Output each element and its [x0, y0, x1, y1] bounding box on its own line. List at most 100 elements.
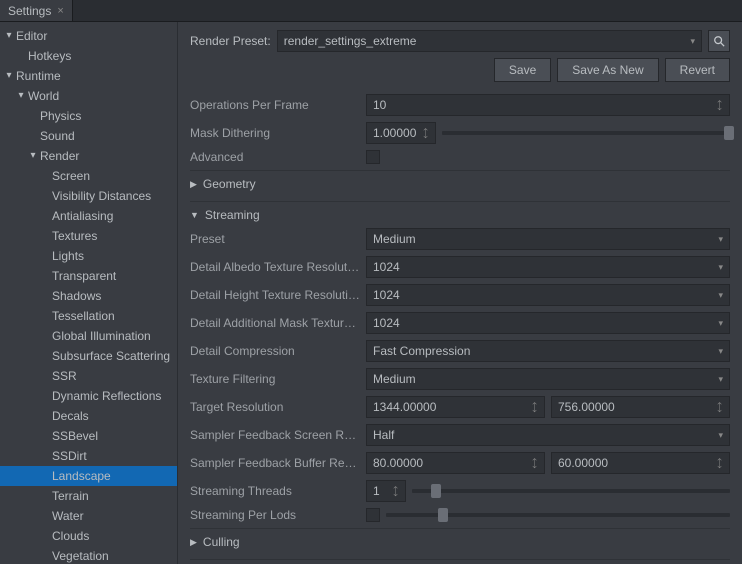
tree-item-label: Hotkeys — [28, 48, 71, 64]
tree-item-screen[interactable]: Screen — [0, 166, 177, 186]
tree-item-transparent[interactable]: Transparent — [0, 266, 177, 286]
reset-icon[interactable]: ⤡ — [712, 98, 725, 111]
tree-item-label: Runtime — [16, 68, 61, 84]
threads-slider[interactable] — [412, 489, 730, 493]
chevron-down-icon: ▾ — [718, 290, 723, 301]
tree-item-ssbevel[interactable]: SSBevel — [0, 426, 177, 446]
reset-icon[interactable]: ⤡ — [418, 126, 431, 139]
section-cache[interactable]: ▶ Cache — [190, 559, 730, 564]
tree-item-terrain[interactable]: Terrain — [0, 486, 177, 506]
field-label: Detail Compression — [190, 344, 360, 358]
tree-item-vegetation[interactable]: Vegetation — [0, 546, 177, 564]
preset-select[interactable]: Medium▾ — [366, 228, 730, 250]
tree-item-physics[interactable]: Physics — [0, 106, 177, 126]
save-button[interactable]: Save — [494, 58, 551, 82]
tree-item-tessellation[interactable]: Tessellation — [0, 306, 177, 326]
tree-item-render[interactable]: ▾Render — [0, 146, 177, 166]
target-res-y[interactable]: 756.00000⤡ — [551, 396, 730, 418]
albedo-select[interactable]: 1024▾ — [366, 256, 730, 278]
per-lods-checkbox[interactable] — [366, 508, 380, 522]
close-icon[interactable]: × — [57, 5, 63, 17]
reset-icon[interactable]: ⤡ — [527, 456, 540, 469]
chevron-down-icon: ▾ — [718, 430, 723, 441]
sf-buffer-x[interactable]: 80.00000⤡ — [366, 452, 545, 474]
tree-item-label: Terrain — [52, 488, 89, 504]
reset-icon[interactable]: ⤡ — [712, 400, 725, 413]
tree-item-global-illumination[interactable]: Global Illumination — [0, 326, 177, 346]
slider-thumb[interactable] — [438, 508, 448, 522]
tree-item-clouds[interactable]: Clouds — [0, 526, 177, 546]
chevron-down-icon: ▾ — [4, 68, 14, 84]
field-label: Streaming Threads — [190, 484, 360, 498]
chevron-down-icon: ▾ — [4, 28, 14, 44]
ops-per-frame-input[interactable]: 10 ⤡ — [366, 94, 730, 116]
field-label: Detail Additional Mask Texture ... — [190, 316, 360, 330]
tree-item-label: Subsurface Scattering — [52, 348, 170, 364]
target-res-x[interactable]: 1344.00000⤡ — [366, 396, 545, 418]
tree-item-label: Decals — [52, 408, 89, 424]
tree-item-textures[interactable]: Textures — [0, 226, 177, 246]
tree-item-label: SSBevel — [52, 428, 98, 444]
search-button[interactable] — [708, 30, 730, 52]
chevron-right-icon: ▶ — [190, 179, 197, 190]
tree-item-lights[interactable]: Lights — [0, 246, 177, 266]
tree-item-water[interactable]: Water — [0, 506, 177, 526]
tree-item-subsurface-scattering[interactable]: Subsurface Scattering — [0, 346, 177, 366]
tree-item-ssr[interactable]: SSR — [0, 366, 177, 386]
section-culling[interactable]: ▶ Culling — [190, 528, 730, 555]
slider-thumb[interactable] — [724, 126, 734, 140]
tree-item-label: Vegetation — [52, 548, 109, 564]
chevron-down-icon: ▾ — [718, 374, 723, 385]
mask-select[interactable]: 1024▾ — [366, 312, 730, 334]
tree-item-antialiasing[interactable]: Antialiasing — [0, 206, 177, 226]
tree-item-runtime[interactable]: ▾Runtime — [0, 66, 177, 86]
chevron-down-icon: ▼ — [190, 210, 199, 220]
reset-icon[interactable]: ⤡ — [388, 484, 401, 497]
tree-item-label: Visibility Distances — [52, 188, 151, 204]
reset-icon[interactable]: ⤡ — [712, 456, 725, 469]
height-select[interactable]: 1024▾ — [366, 284, 730, 306]
filtering-select[interactable]: Medium▾ — [366, 368, 730, 390]
tree-item-label: Antialiasing — [52, 208, 113, 224]
tree-item-decals[interactable]: Decals — [0, 406, 177, 426]
tree-item-label: Screen — [52, 168, 90, 184]
section-geometry[interactable]: ▶ Geometry — [190, 170, 730, 197]
reset-icon[interactable]: ⤡ — [527, 400, 540, 413]
tree-item-label: SSDirt — [52, 448, 87, 464]
tree-item-hotkeys[interactable]: Hotkeys — [0, 46, 177, 66]
search-icon — [713, 35, 725, 47]
revert-button[interactable]: Revert — [665, 58, 730, 82]
tree-item-landscape[interactable]: Landscape — [0, 466, 177, 486]
render-preset-label: Render Preset: — [190, 34, 271, 48]
compression-select[interactable]: Fast Compression▾ — [366, 340, 730, 362]
mask-dithering-input[interactable]: 1.00000 ⤡ — [366, 122, 436, 144]
tree-item-label: Tessellation — [52, 308, 115, 324]
field-label: Target Resolution — [190, 400, 360, 414]
chevron-down-icon: ▾ — [718, 346, 723, 357]
save-as-new-button[interactable]: Save As New — [557, 58, 658, 82]
chevron-down-icon: ▾ — [718, 318, 723, 329]
slider-thumb[interactable] — [431, 484, 441, 498]
tab-settings[interactable]: Settings × — [0, 0, 73, 21]
advanced-checkbox[interactable] — [366, 150, 380, 164]
settings-tree: ▾EditorHotkeys▾Runtime▾WorldPhysicsSound… — [0, 22, 178, 564]
per-lods-slider[interactable] — [386, 513, 730, 517]
mask-dithering-slider[interactable] — [442, 131, 730, 135]
sf-buffer-y[interactable]: 60.00000⤡ — [551, 452, 730, 474]
tree-item-dynamic-reflections[interactable]: Dynamic Reflections — [0, 386, 177, 406]
section-streaming[interactable]: ▼ Streaming — [190, 201, 730, 228]
tab-bar: Settings × — [0, 0, 742, 22]
tree-item-shadows[interactable]: Shadows — [0, 286, 177, 306]
threads-input[interactable]: 1⤡ — [366, 480, 406, 502]
field-label: Sampler Feedback Buffer Resol... — [190, 456, 360, 470]
render-preset-select[interactable]: render_settings_extreme ▾ — [277, 30, 702, 52]
tree-item-sound[interactable]: Sound — [0, 126, 177, 146]
field-label: Streaming Per Lods — [190, 508, 360, 522]
tree-item-ssdirt[interactable]: SSDirt — [0, 446, 177, 466]
tree-item-editor[interactable]: ▾Editor — [0, 26, 177, 46]
tree-item-label: World — [28, 88, 59, 104]
tree-item-world[interactable]: ▾World — [0, 86, 177, 106]
tree-item-visibility-distances[interactable]: Visibility Distances — [0, 186, 177, 206]
mask-dithering-label: Mask Dithering — [190, 126, 360, 140]
sf-screen-select[interactable]: Half▾ — [366, 424, 730, 446]
